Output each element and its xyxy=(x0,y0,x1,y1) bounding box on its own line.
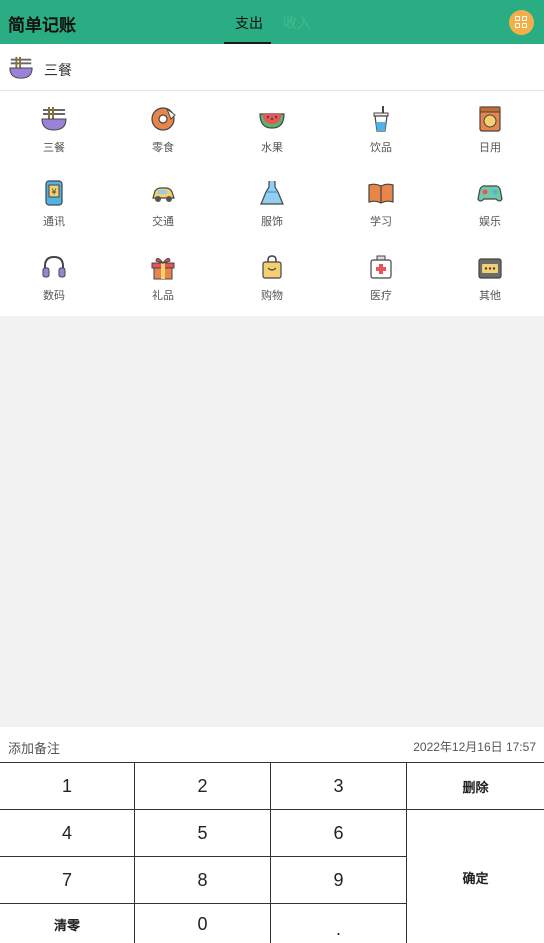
category-label: 娱乐 xyxy=(479,216,501,228)
confirm-button[interactable]: 确定 xyxy=(407,810,544,943)
category-daily-use[interactable]: 日用 xyxy=(436,91,544,161)
category-telecom[interactable]: ¥ 通讯 xyxy=(0,165,108,235)
keypad-divider xyxy=(270,763,271,943)
note-row: 添加备注 2022年12月16日 17:57 xyxy=(0,727,544,762)
key-1[interactable]: 1 xyxy=(0,763,134,809)
tab-income[interactable]: 收入 xyxy=(283,13,311,33)
category-label: 服饰 xyxy=(261,216,283,228)
key-dot[interactable]: . xyxy=(271,904,406,943)
shopping-bag-icon xyxy=(262,255,282,279)
category-label: 交通 xyxy=(152,216,174,228)
category-digital[interactable]: 数码 xyxy=(0,239,108,309)
noodle-bowl-icon xyxy=(9,56,33,79)
tab-expense[interactable]: 支出 xyxy=(235,13,263,33)
top-bar: 简单记账 支出 收入 xyxy=(0,0,544,44)
key-0[interactable]: 0 xyxy=(135,904,270,943)
keypad-divider xyxy=(134,763,135,943)
headphones-icon xyxy=(42,255,66,278)
category-label: 水果 xyxy=(261,142,283,154)
car-icon xyxy=(152,187,175,202)
phone-icon: ¥ xyxy=(45,180,63,206)
noodle-bowl-icon xyxy=(41,107,67,131)
date-time-picker[interactable]: 2022年12月16日 17:57 xyxy=(413,738,536,755)
category-fruit[interactable]: 水果 xyxy=(218,91,326,161)
key-5[interactable]: 5 xyxy=(135,810,270,856)
grid-icon-cell xyxy=(522,23,527,28)
category-meals[interactable]: 三餐 xyxy=(0,91,108,161)
book-icon xyxy=(368,183,394,204)
category-label: 饮品 xyxy=(370,142,392,154)
grid-icon xyxy=(515,16,520,21)
category-medical[interactable]: 医疗 xyxy=(327,239,435,309)
category-label: 数码 xyxy=(43,290,65,302)
category-label: 医疗 xyxy=(370,290,392,302)
dress-icon xyxy=(260,181,284,205)
grid-icon-cell xyxy=(522,16,527,21)
key-8[interactable]: 8 xyxy=(135,857,270,903)
washing-machine-icon xyxy=(479,106,501,132)
keypad-divider xyxy=(0,903,406,904)
keypad-divider xyxy=(0,809,544,810)
key-9[interactable]: 9 xyxy=(271,857,406,903)
category-clothing[interactable]: 服饰 xyxy=(218,165,326,235)
delete-button[interactable]: 删除 xyxy=(407,763,544,809)
category-other[interactable]: 其他 xyxy=(436,239,544,309)
category-label: 礼品 xyxy=(152,290,174,302)
donut-icon xyxy=(151,107,176,131)
category-label: 其他 xyxy=(479,290,501,302)
gift-icon xyxy=(151,257,175,280)
key-4[interactable]: 4 xyxy=(0,810,134,856)
category-shopping[interactable]: 购物 xyxy=(218,239,326,309)
selected-category-row: 三餐 xyxy=(0,44,544,91)
category-label: 学习 xyxy=(370,216,392,228)
category-snacks[interactable]: 零食 xyxy=(109,91,217,161)
category-drinks[interactable]: 饮品 xyxy=(327,91,435,161)
drink-cup-icon xyxy=(373,106,389,132)
category-label: 三餐 xyxy=(43,142,65,154)
grid-icon-cell xyxy=(515,23,520,28)
key-6[interactable]: 6 xyxy=(271,810,406,856)
category-label: 日用 xyxy=(479,142,501,154)
keypad-divider xyxy=(406,763,407,943)
svg-text:¥: ¥ xyxy=(51,188,56,197)
key-7[interactable]: 7 xyxy=(0,857,134,903)
watermelon-icon xyxy=(259,113,285,129)
category-study[interactable]: 学习 xyxy=(327,165,435,235)
medical-kit-icon xyxy=(370,255,392,279)
category-transport[interactable]: 交通 xyxy=(109,165,217,235)
category-gifts[interactable]: 礼品 xyxy=(109,239,217,309)
category-grid: 三餐 零食 水果 饮品 日用 ¥ 通讯 交通 服饰 学习 娱乐 数码 礼品 购物… xyxy=(0,91,544,316)
menu-grid-button[interactable] xyxy=(509,10,534,35)
gamepad-icon xyxy=(477,185,503,202)
key-2[interactable]: 2 xyxy=(135,763,270,809)
other-box-icon xyxy=(478,258,502,279)
clear-button[interactable]: 清零 xyxy=(0,904,134,943)
selected-category-label: 三餐 xyxy=(44,62,72,78)
app-title: 简单记账 xyxy=(8,16,76,35)
category-entertainment[interactable]: 娱乐 xyxy=(436,165,544,235)
category-label: 零食 xyxy=(152,142,174,154)
key-3[interactable]: 3 xyxy=(271,763,406,809)
number-keypad: 1 2 3 删除 4 5 6 确定 7 8 9 清零 0 . xyxy=(0,762,544,943)
note-input[interactable]: 添加备注 xyxy=(8,738,60,757)
category-label: 购物 xyxy=(261,290,283,302)
keypad-divider xyxy=(0,856,406,857)
category-label: 通讯 xyxy=(43,216,65,228)
